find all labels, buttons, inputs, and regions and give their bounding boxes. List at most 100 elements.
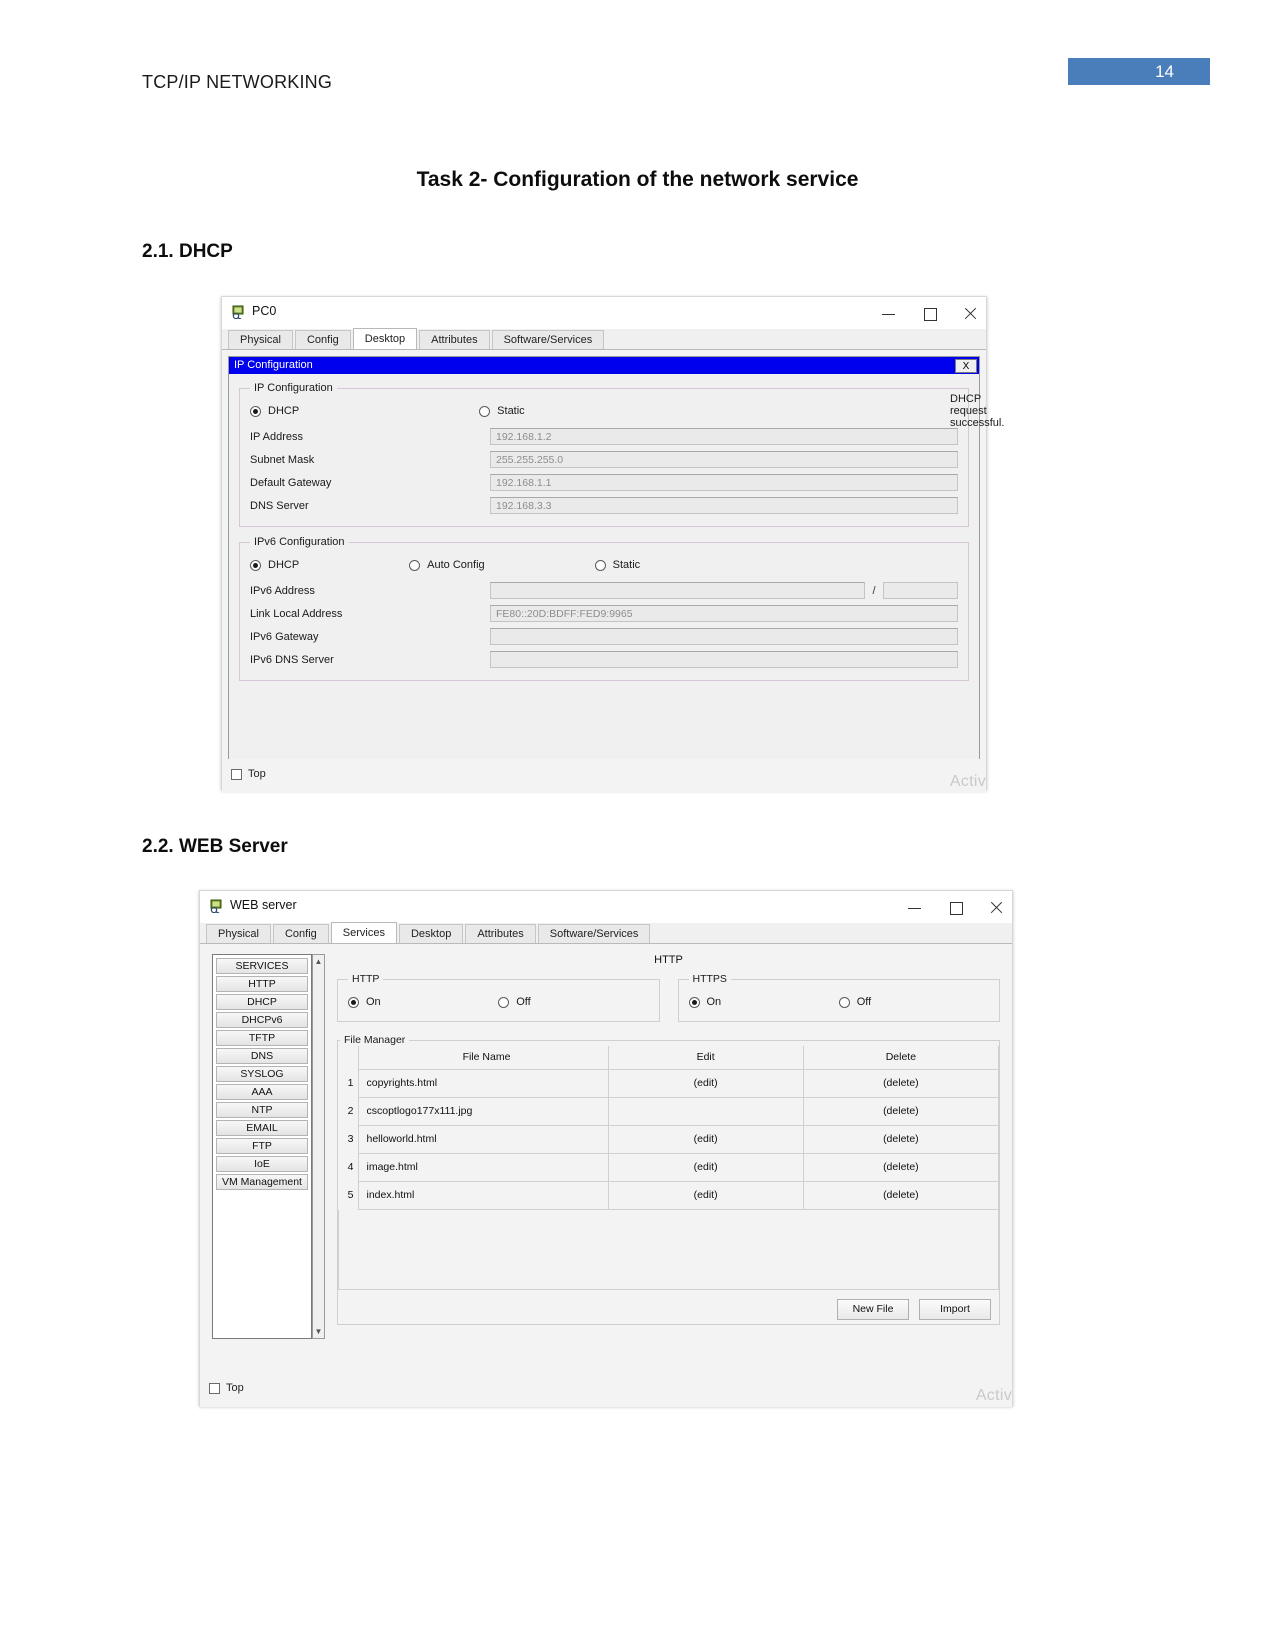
table-row[interactable]: 3 helloworld.html (edit) (delete): [338, 1124, 1000, 1154]
tab-software-services[interactable]: Software/Services: [537, 924, 651, 943]
file-name-cell: helloworld.html: [357, 1124, 609, 1154]
edit-link[interactable]: (edit): [607, 1124, 804, 1154]
delete-link[interactable]: (delete): [802, 1068, 1000, 1098]
pc0-top-checkbox[interactable]: Top: [231, 768, 266, 780]
new-file-button[interactable]: New File: [837, 1298, 909, 1320]
tab-physical[interactable]: Physical: [228, 330, 293, 349]
subnet-mask-input[interactable]: 255.255.255.0: [490, 451, 958, 468]
services-scrollbar[interactable]: ▲ ▼: [312, 954, 325, 1339]
ip-config-close-button[interactable]: X: [955, 358, 977, 373]
delete-link[interactable]: (delete): [802, 1152, 1000, 1182]
link-local-address-label: Link Local Address: [250, 607, 343, 620]
file-name-cell: image.html: [357, 1152, 609, 1182]
document-header: TCP/IP NETWORKING 14: [0, 0, 1275, 120]
ipv4-static-radio[interactable]: [479, 405, 491, 417]
edit-link[interactable]: (edit): [607, 1068, 804, 1098]
subnet-mask-label: Subnet Mask: [250, 453, 315, 466]
table-row[interactable]: 4 image.html (edit) (delete): [338, 1152, 1000, 1182]
ip-config-titlebar: IP Configuration X: [229, 357, 979, 374]
running-head: TCP/IP NETWORKING: [142, 72, 333, 92]
service-item-ioe[interactable]: IoE: [216, 1156, 308, 1172]
http-on-radio[interactable]: [348, 996, 359, 1008]
https-on-radio[interactable]: [688, 996, 700, 1008]
http-legend: HTTP: [352, 973, 380, 985]
service-item-syslog[interactable]: SYSLOG: [216, 1066, 308, 1082]
https-off-radio[interactable]: [838, 996, 850, 1008]
import-button[interactable]: Import: [919, 1298, 991, 1320]
http-off-row[interactable]: Off: [498, 991, 648, 1013]
dns-server-input[interactable]: 192.168.3.3: [490, 497, 958, 514]
https-on-row[interactable]: On: [688, 991, 839, 1013]
http-on-row[interactable]: On: [348, 991, 498, 1013]
service-item-vm-management[interactable]: VM Management: [216, 1174, 308, 1190]
ipv6-dns-server-input[interactable]: [490, 651, 958, 668]
edit-link[interactable]: (edit): [607, 1152, 804, 1182]
checkbox-icon[interactable]: [231, 768, 242, 780]
web-top-checkbox[interactable]: Top: [209, 1382, 244, 1394]
link-local-address-input[interactable]: FE80::20D:BDFF:FED9:9965: [490, 605, 958, 622]
delete-link[interactable]: (delete): [802, 1180, 1000, 1210]
web-activation-watermark: Activ: [975, 1387, 1012, 1404]
tab-config[interactable]: Config: [294, 330, 351, 349]
minimize-icon[interactable]: [907, 900, 922, 915]
ipv6-address-label: IPv6 Address: [250, 584, 315, 597]
tab-config[interactable]: Config: [272, 924, 329, 943]
ipv6-mode-row: DHCP Auto Config Static: [250, 554, 958, 576]
service-item-dhcp[interactable]: DHCP: [216, 994, 308, 1010]
scroll-up-icon[interactable]: ▲: [314, 957, 323, 966]
dhcp-status-message: DHCP request successful.: [950, 393, 1005, 429]
row-index: 4: [347, 1161, 354, 1173]
ipv6-gateway-input[interactable]: [490, 628, 958, 645]
tab-software-services[interactable]: Software/Services: [491, 330, 605, 349]
file-manager-table: File Name Edit Delete 1 copyrights.html …: [338, 1046, 1000, 1210]
ipv6-address-input[interactable]: [490, 582, 865, 599]
edit-link[interactable]: (edit): [607, 1180, 804, 1210]
services-list[interactable]: SERVICES HTTP DHCP DHCPv6 TFTP DNS SYSLO…: [212, 954, 312, 1339]
ipv6-dhcp-radio[interactable]: [250, 559, 261, 571]
service-item-ntp[interactable]: NTP: [216, 1102, 308, 1118]
table-row[interactable]: 2 cscoptlogo177x111.jpg (delete): [338, 1096, 1000, 1126]
tab-attributes[interactable]: Attributes: [465, 924, 536, 943]
pc0-window-controls: [881, 297, 978, 329]
service-item-dhcpv6[interactable]: DHCPv6: [216, 1012, 308, 1028]
ipv6-auto-config-radio[interactable]: [409, 559, 421, 571]
service-item-dns[interactable]: DNS: [216, 1048, 308, 1064]
service-item-ftp[interactable]: FTP: [216, 1138, 308, 1154]
service-item-http[interactable]: HTTP: [216, 976, 308, 992]
tab-physical[interactable]: Physical: [206, 924, 271, 943]
https-off-row[interactable]: Off: [838, 991, 989, 1013]
ip-address-input[interactable]: 192.168.1.2: [490, 428, 958, 445]
service-item-email[interactable]: EMAIL: [216, 1120, 308, 1136]
tab-desktop[interactable]: Desktop: [352, 328, 418, 349]
http-off-radio[interactable]: [498, 996, 510, 1008]
table-row[interactable]: 1 copyrights.html (edit) (delete): [338, 1068, 1000, 1098]
ipv4-dhcp-radio[interactable]: [250, 405, 261, 417]
close-icon[interactable]: [963, 306, 978, 321]
delete-link[interactable]: (delete): [802, 1124, 1000, 1154]
pc0-footer: Top Activ: [222, 759, 986, 793]
file-manager-buttons: New File Import: [338, 1290, 999, 1324]
default-gateway-input[interactable]: 192.168.1.1: [490, 474, 958, 491]
file-list-empty-area: [338, 1209, 999, 1290]
table-row[interactable]: 5 index.html (edit) (delete): [338, 1180, 1000, 1210]
tab-services[interactable]: Services: [330, 922, 397, 943]
service-item-tftp[interactable]: TFTP: [216, 1030, 308, 1046]
minimize-icon[interactable]: [881, 306, 896, 321]
maximize-icon[interactable]: [922, 306, 937, 321]
file-manager-legend: File Manager: [344, 1034, 406, 1046]
column-delete: Delete: [802, 1046, 1000, 1070]
scroll-down-icon[interactable]: ▼: [314, 1327, 323, 1336]
https-on-label: On: [706, 996, 722, 1008]
web-server-window: WEB server Physical Config Services Desk…: [199, 890, 1013, 1407]
maximize-icon[interactable]: [948, 900, 963, 915]
tab-attributes[interactable]: Attributes: [419, 330, 490, 349]
delete-link[interactable]: (delete): [802, 1096, 1000, 1126]
close-icon[interactable]: [989, 900, 1004, 915]
tab-desktop[interactable]: Desktop: [398, 924, 464, 943]
service-item-services[interactable]: SERVICES: [216, 958, 308, 974]
ipv6-prefix-input[interactable]: [883, 582, 958, 599]
ipv6-static-radio[interactable]: [594, 559, 606, 571]
http-on-label: On: [366, 996, 381, 1008]
service-item-aaa[interactable]: AAA: [216, 1084, 308, 1100]
checkbox-icon[interactable]: [209, 1382, 220, 1394]
